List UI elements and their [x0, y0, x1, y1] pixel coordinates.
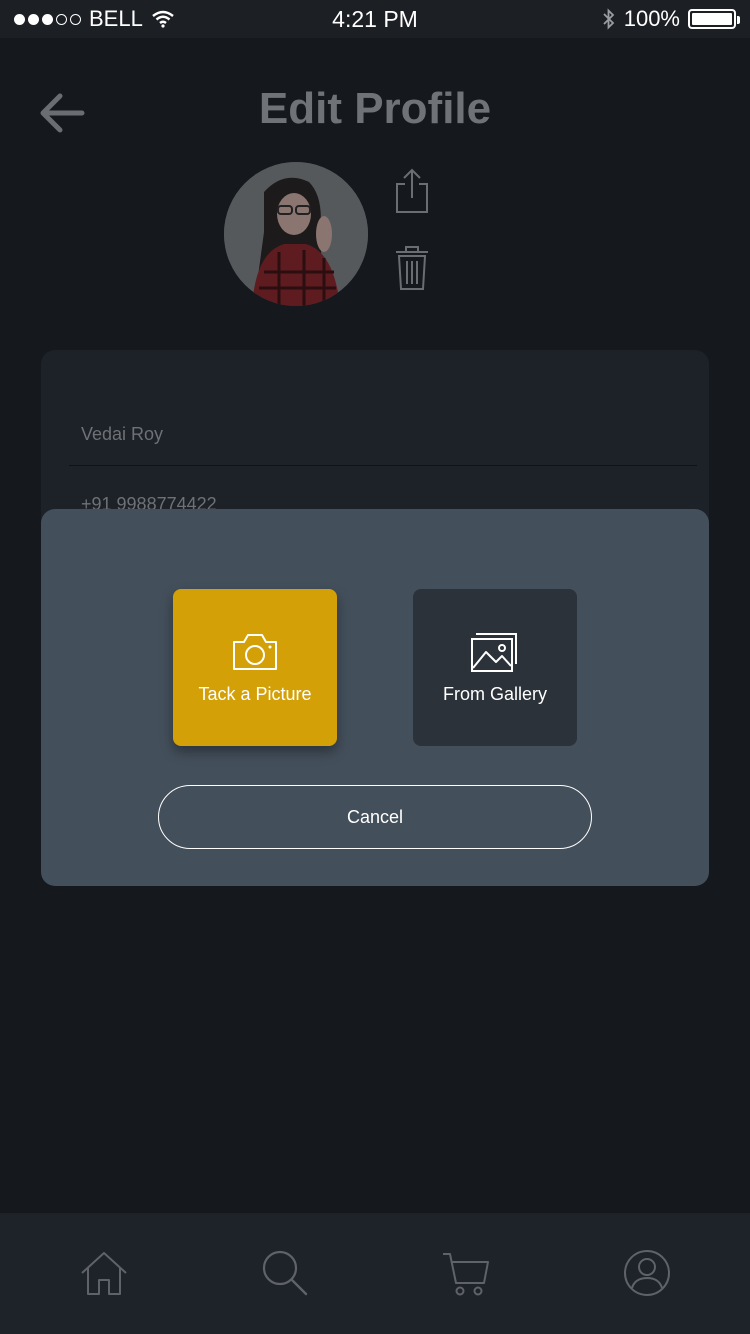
- trash-icon[interactable]: [394, 244, 430, 292]
- status-right: 100%: [602, 6, 740, 32]
- take-picture-button[interactable]: Tack a Picture: [173, 589, 337, 746]
- carrier-label: BELL: [89, 6, 143, 31]
- cart-icon[interactable]: [440, 1247, 492, 1299]
- profile-icon[interactable]: [621, 1247, 673, 1299]
- home-icon[interactable]: [78, 1247, 130, 1299]
- search-icon[interactable]: [259, 1247, 311, 1299]
- avatar[interactable]: [224, 162, 368, 306]
- page-title: Edit Profile: [258, 84, 492, 133]
- upload-icon[interactable]: [392, 166, 432, 216]
- wifi-icon: [152, 10, 174, 28]
- status-left: BELL: [14, 6, 175, 32]
- take-picture-label: Tack a Picture: [198, 684, 312, 704]
- signal-strength-icon: [14, 13, 81, 25]
- profile-photo: [224, 162, 368, 306]
- bottom-navigation: [0, 1213, 750, 1334]
- status-bar: BELL 4:21 PM 100%: [0, 0, 750, 38]
- photo-source-modal: Tack a Picture From Gallery Cancel: [41, 509, 709, 886]
- divider: [69, 465, 697, 466]
- bluetooth-icon: [603, 8, 614, 30]
- from-gallery-label: From Gallery: [442, 684, 547, 704]
- name-field[interactable]: Vedai Roy: [81, 424, 163, 445]
- battery-percentage: 100%: [623, 6, 680, 31]
- gallery-icon: [471, 633, 517, 672]
- cancel-button[interactable]: Cancel: [158, 785, 592, 849]
- battery-icon: [688, 9, 740, 29]
- camera-icon: [233, 634, 277, 670]
- from-gallery-button[interactable]: From Gallery: [413, 589, 577, 746]
